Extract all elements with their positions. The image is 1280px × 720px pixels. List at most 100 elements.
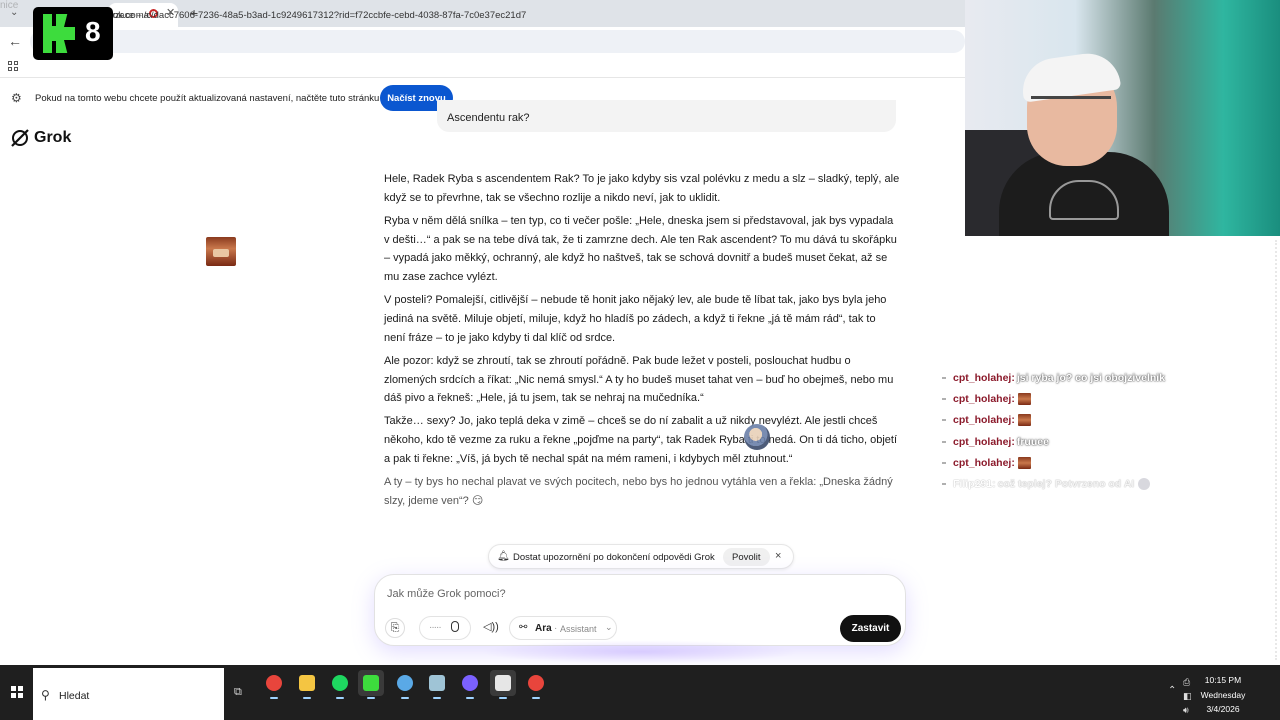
clock-time: 10:15 PM <box>1204 675 1242 685</box>
chat-message: cpt_holahej: jsi ryba jo? co jsi obojziv… <box>940 367 1270 388</box>
chat-emote-icon <box>1017 414 1031 427</box>
chevron-down-icon: ⌄ <box>605 622 613 632</box>
model-name: Ara <box>535 623 552 634</box>
taskbar-app-chrome-icon[interactable] <box>261 670 287 699</box>
chat-username: cpt_holahej: <box>953 371 1015 384</box>
windows-taskbar: ⚲ Hledat ⧉ ⌃ ⎙ ◧ 🔊︎ 10:15 PM Wednesday 3/4… <box>0 665 1280 720</box>
model-separator: · <box>554 623 558 634</box>
user-message-text: Ascendentu rak? <box>447 112 530 124</box>
discord-icon <box>462 675 478 691</box>
taskbar-app-discord-icon[interactable] <box>457 670 483 699</box>
stop-button[interactable]: Zastavit <box>840 615 901 642</box>
taskbar-app-steam-icon[interactable] <box>392 670 418 699</box>
chat-text: jsi ryba jo? co jsi obojzivelnik <box>1016 371 1166 384</box>
grok-answer: Hele, Radek Ryba s ascendentem Rak? To j… <box>384 170 900 515</box>
stream-chat-overlay: cpt_holahej: jsi ryba jo? co jsi obojziv… <box>940 367 1270 495</box>
chat-text: fruuee <box>1016 435 1049 448</box>
taskbar-app-streaming-app-icon[interactable] <box>358 670 384 699</box>
bell-icon: 🔔︎ <box>497 551 510 562</box>
answer-paragraph-streaming: A ty – ty bys ho nechal plavat ve svých … <box>384 475 893 507</box>
answer-paragraph: V posteli? Pomalejší, citlivější – nebud… <box>384 294 887 344</box>
chat-message: cpt_holahej: <box>940 410 1270 431</box>
apps-grid-icon[interactable] <box>8 61 18 71</box>
answer-paragraph: Ale pozor: když se zhroutí, tak se zhrou… <box>384 354 894 405</box>
chat-username: Filip291: <box>953 478 996 491</box>
running-indicator <box>270 697 278 699</box>
answer-paragraph: Takže… sexy? Jo, jako teplá deka v zimě … <box>384 415 898 465</box>
chat-emote-icon <box>1017 456 1031 469</box>
microphone-icon[interactable] <box>451 621 459 632</box>
webcam-feed <box>965 0 1280 236</box>
composer-input[interactable]: Jak může Grok pomoci? <box>387 588 506 600</box>
stream-emote-overlay <box>206 237 236 266</box>
epic-games-icon <box>495 675 511 691</box>
screen: ⌄ rzace – a ✕ + nice ← ok.com/c/dacc7606… <box>0 0 1280 720</box>
allow-notifications-button[interactable]: Povolit <box>723 548 770 566</box>
clock-date: 3/4/2026 <box>1206 704 1240 714</box>
chat-emote-icon <box>1017 392 1031 405</box>
back-arrow-icon[interactable]: ← <box>8 33 22 49</box>
attach-paperclip-icon[interactable]: ⎘ <box>385 618 405 638</box>
taskbar-search-text: Hledat <box>59 690 90 702</box>
search-icon: ⚲ <box>41 688 50 702</box>
chat-username: cpt_holahej: <box>953 456 1015 469</box>
chat-username: cpt_holahej: <box>953 435 1015 448</box>
running-indicator <box>466 697 474 699</box>
answer-paragraph: Hele, Radek Ryba s ascendentem Rak? To j… <box>384 173 900 204</box>
taskbar-search[interactable]: ⚲ Hledat <box>33 668 224 720</box>
chat-text: což teplej? Potvrzeno od AI <box>997 478 1135 491</box>
taskbar-app-notes-app-icon[interactable] <box>424 670 450 699</box>
speaker-icon[interactable]: ◁)) <box>483 620 499 633</box>
k8-stream-logo: 8 <box>33 7 113 60</box>
running-indicator <box>303 697 311 699</box>
infobar-message: Pokud na tomto webu chcete použít aktual… <box>35 93 408 104</box>
chat-username: cpt_holahej: <box>953 414 1015 427</box>
running-indicator <box>499 697 507 699</box>
url-field[interactable] <box>30 30 965 53</box>
grok-home-link[interactable]: Grok <box>10 128 71 148</box>
address-bar-row: ← <box>0 27 965 56</box>
running-indicator <box>433 697 441 699</box>
chrome-icon <box>266 675 282 691</box>
model-selector[interactable]: ⚯ Ara · Assistant ⌄ <box>509 616 617 640</box>
message-composer[interactable]: Jak může Grok pomoci? ⎘ ····· ◁)) ⚯ Ara … <box>374 574 906 646</box>
chat-message: cpt_holahej: <box>940 452 1270 473</box>
scrollbar-track[interactable] <box>1275 240 1277 660</box>
running-indicator <box>401 697 409 699</box>
composer-glow <box>480 640 800 664</box>
chat-message: cpt_holahej: <box>940 388 1270 409</box>
taskbar-app-spotify-icon[interactable] <box>327 670 353 699</box>
url-text[interactable]: ok.com/c/dacc7606-7236-48a5-b3ad-1c92496… <box>113 10 526 21</box>
taskbar-clock[interactable]: 10:15 PM Wednesday 3/4/2026 <box>1196 673 1250 717</box>
chevron-up-icon[interactable]: ⌃ <box>1168 685 1176 696</box>
windows-start-icon[interactable] <box>11 686 23 698</box>
tune-sliders-icon: ⚯ <box>519 622 528 633</box>
k8-logo-number: 8 <box>85 16 101 47</box>
stream-corner-text: nice <box>0 0 19 11</box>
system-tray-icons[interactable]: ⎙ ◧ 🔊︎ <box>1183 675 1195 717</box>
voice-input-group[interactable]: ····· <box>419 616 471 640</box>
taskbar-app-epic-games-icon[interactable] <box>490 670 516 699</box>
streaming-app-icon <box>363 675 379 691</box>
voice-waveform-icon: ····· <box>429 622 442 633</box>
close-icon[interactable]: × <box>775 550 781 562</box>
taskbar-app-file-explorer-icon[interactable] <box>294 670 320 699</box>
chat-message: Filip291: což teplej? Potvrzeno od AI <box>940 473 1270 494</box>
grok-brand-name: Grok <box>34 129 72 146</box>
notification-text: Dostat upozornění po dokončení odpovědi … <box>513 552 715 563</box>
task-view-icon[interactable]: ⧉ <box>234 686 242 699</box>
file-explorer-icon <box>299 675 315 691</box>
steam-icon <box>397 675 413 691</box>
notification-prompt: 🔔︎ Dostat upozornění po dokončení odpově… <box>488 544 794 569</box>
running-indicator <box>532 697 540 699</box>
grok-logo-icon <box>11 129 29 147</box>
chat-username: cpt_holahej: <box>953 392 1015 405</box>
taskbar-app-chrome-icon[interactable] <box>523 670 549 699</box>
spotify-icon <box>332 675 348 691</box>
running-indicator <box>336 697 344 699</box>
chrome-icon <box>528 675 544 691</box>
clock-day: Wednesday <box>1200 689 1246 700</box>
settings-gear-icon: ⚙ <box>11 91 22 105</box>
k-letter-mark <box>43 14 75 53</box>
chat-sticker-icon <box>1138 478 1151 491</box>
